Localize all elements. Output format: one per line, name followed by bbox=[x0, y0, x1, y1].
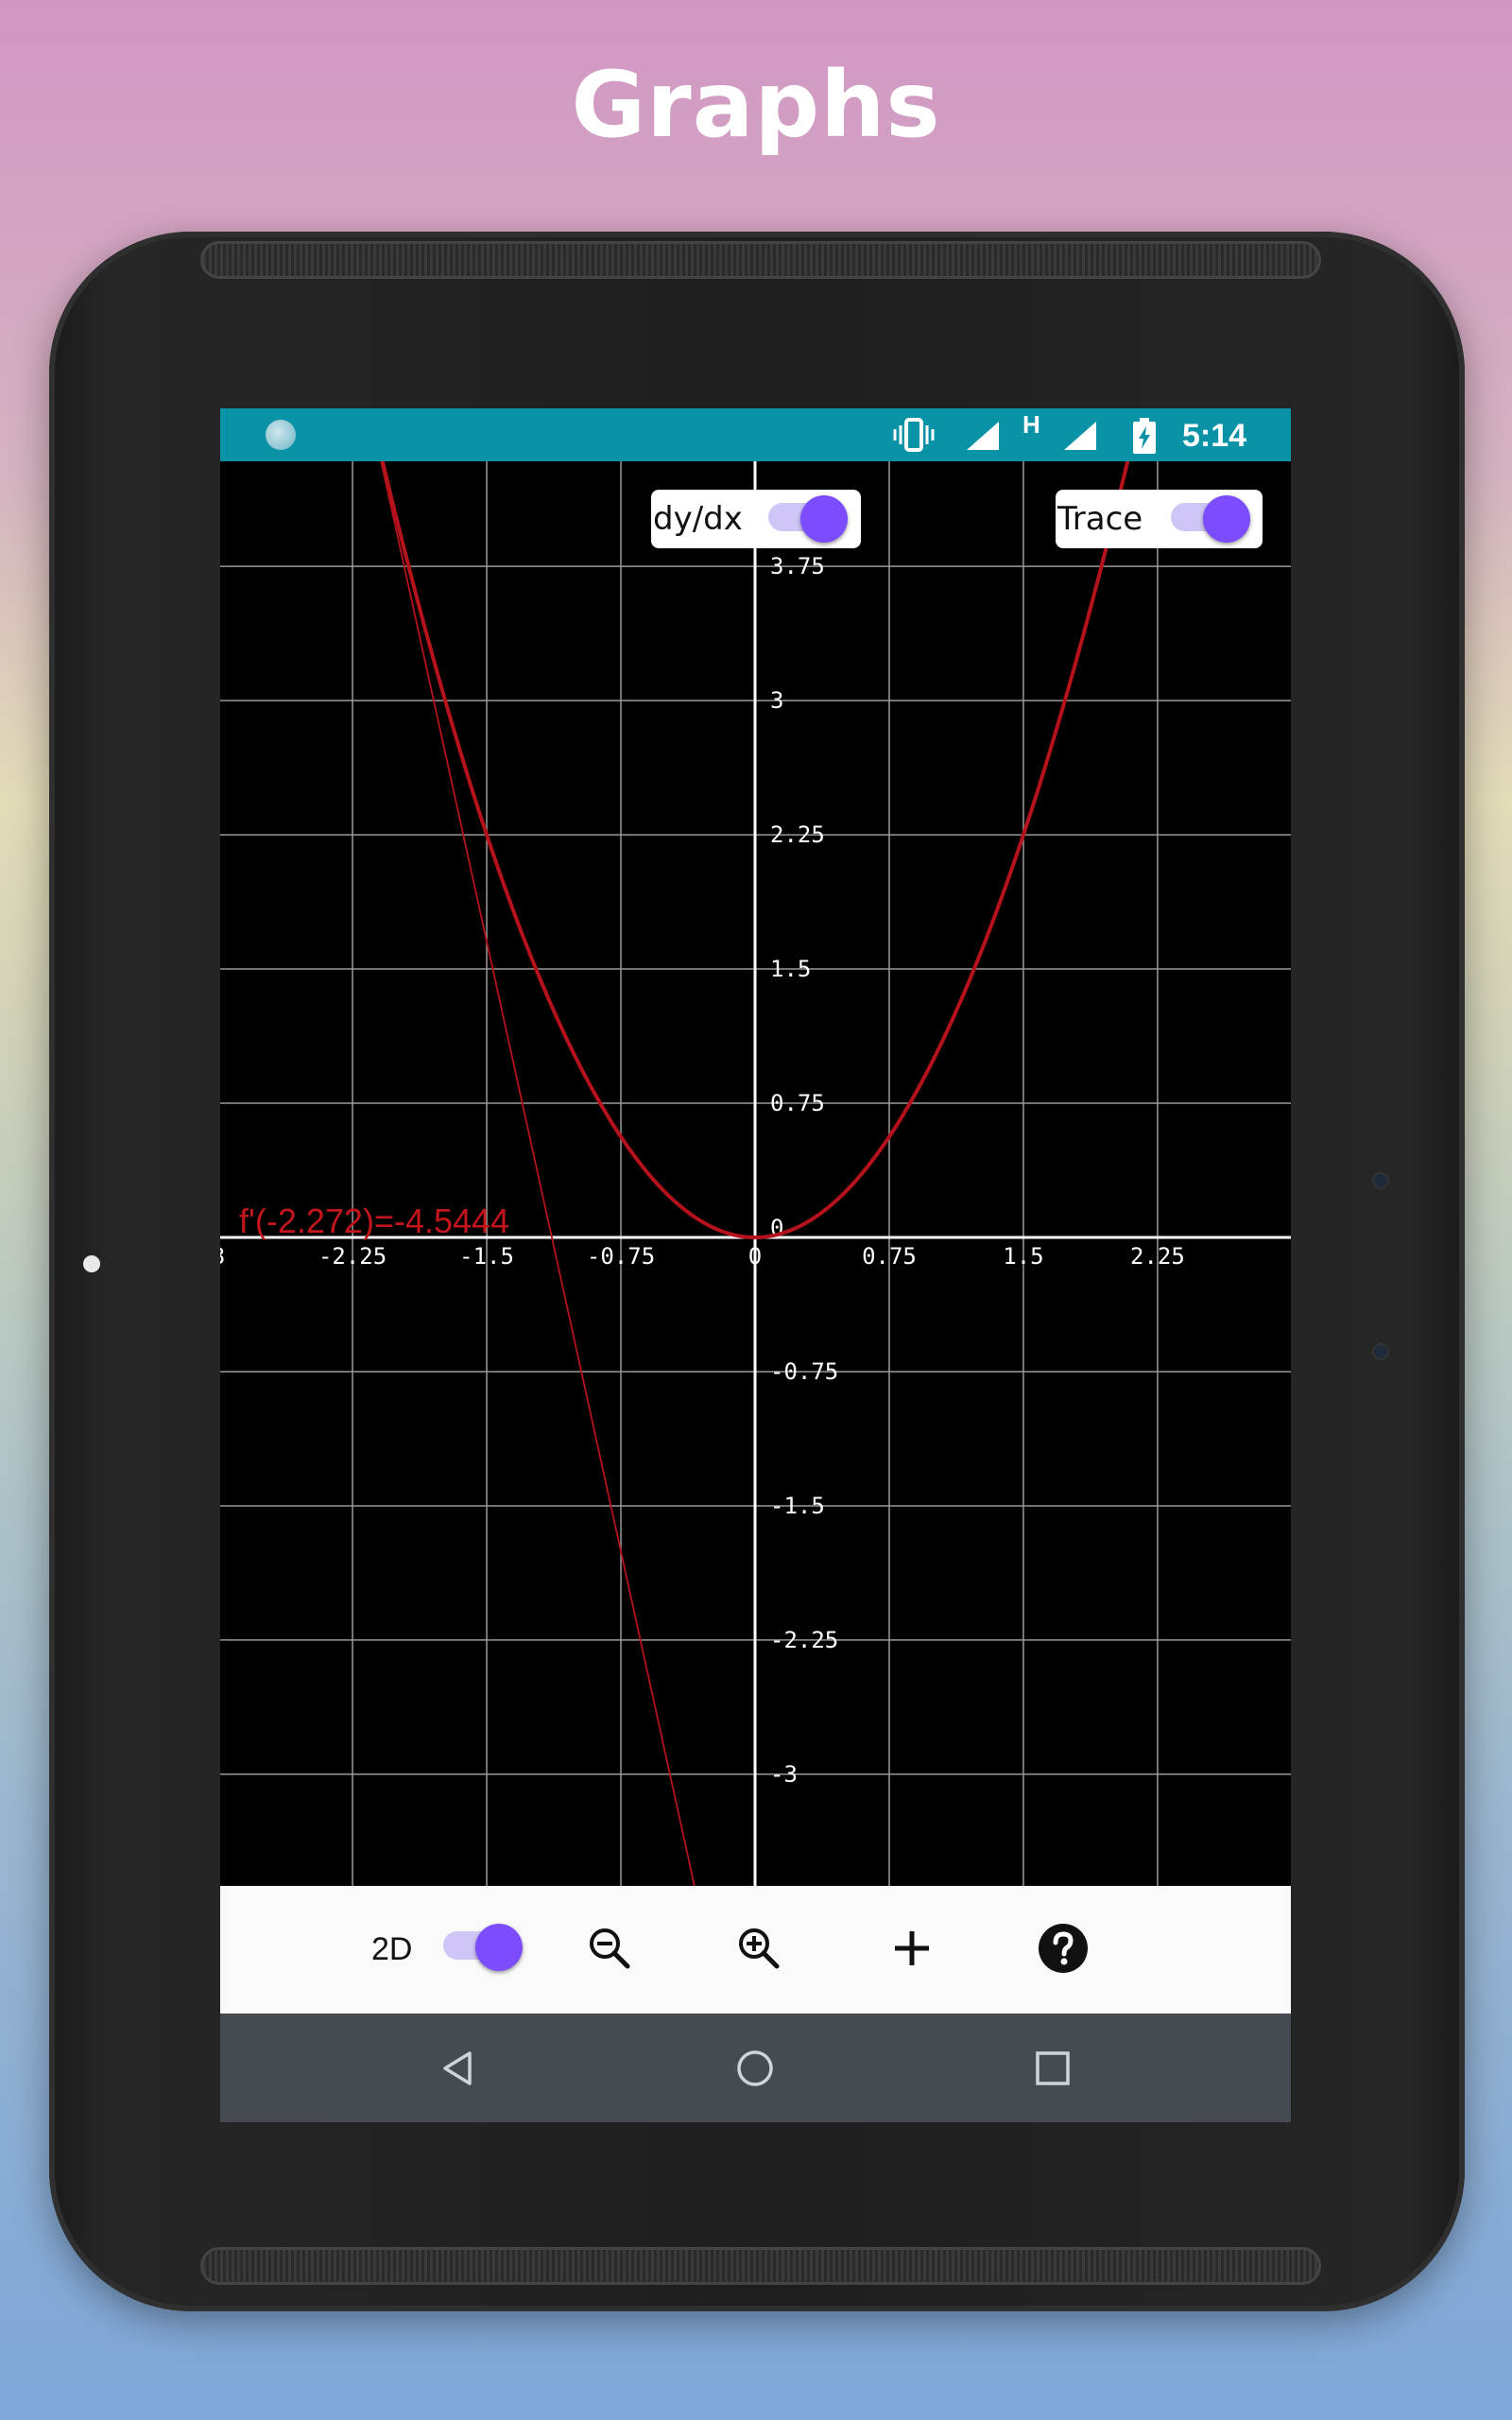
y-tick-label: 1.5 bbox=[770, 956, 811, 982]
zoom-out-icon bbox=[590, 1928, 630, 1969]
promo-title: Graphs bbox=[571, 52, 941, 158]
zoom-in-icon bbox=[739, 1928, 780, 1969]
network-type-label: H bbox=[1022, 410, 1040, 439]
back-icon bbox=[443, 2051, 472, 2085]
system-nav-bar bbox=[220, 2014, 1291, 2122]
tangent-line bbox=[380, 461, 696, 1886]
derivative-label: f'(-2.272)=-4.5444 bbox=[239, 1201, 509, 1240]
x-tick-label: -0.75 bbox=[587, 1243, 655, 1270]
dydx-toggle-card[interactable]: dy/dx bbox=[651, 490, 861, 548]
device-screen: H 5:14 3 -2.25 -1.5 -0.75 0 0.75 1.5 2.25 3.75 3 2… bbox=[220, 408, 1291, 2122]
y-tick-label: 3 bbox=[770, 687, 783, 714]
help-icon bbox=[1039, 1924, 1088, 1973]
camera-dot bbox=[1372, 1343, 1389, 1360]
zoom-in-button[interactable] bbox=[730, 1920, 787, 1977]
curve-point bbox=[1022, 834, 1024, 836]
curve-point bbox=[664, 1192, 666, 1194]
mode-2d-label: 2D bbox=[371, 1931, 413, 1967]
signal-icon bbox=[967, 422, 999, 455]
vibrate-icon bbox=[893, 418, 935, 457]
curve-point bbox=[844, 1192, 846, 1194]
bottom-toolbar: 2D bbox=[220, 1886, 1291, 2014]
x-tick-label: 0.75 bbox=[862, 1243, 917, 1270]
home-icon bbox=[737, 2050, 773, 2086]
zoom-out-button[interactable] bbox=[581, 1920, 638, 1977]
y-tick-label: -0.75 bbox=[770, 1358, 838, 1385]
y-tick-label: 2.25 bbox=[770, 821, 825, 848]
x-tick-label: 0 bbox=[748, 1243, 762, 1270]
mode-2d-switch[interactable] bbox=[443, 1924, 523, 1971]
y-tick-label: 3.75 bbox=[770, 553, 825, 579]
home-button[interactable] bbox=[727, 2040, 783, 2097]
signal-icon bbox=[1064, 422, 1096, 455]
bottom-speaker-grille bbox=[200, 2247, 1321, 2285]
dydx-label: dy/dx bbox=[653, 500, 743, 538]
y-tick-label: 0.75 bbox=[770, 1090, 825, 1116]
dydx-switch[interactable] bbox=[768, 495, 848, 543]
sensor-dot bbox=[1372, 1172, 1389, 1189]
y-tick-label: -2.25 bbox=[770, 1627, 838, 1653]
back-button[interactable] bbox=[430, 2040, 487, 2097]
recents-icon bbox=[1036, 2051, 1070, 2085]
curve-point bbox=[486, 834, 488, 836]
y-tick-label: -3 bbox=[770, 1761, 798, 1788]
add-function-button[interactable] bbox=[884, 1920, 940, 1977]
trace-toggle-card[interactable]: Trace bbox=[1056, 490, 1263, 548]
trace-switch[interactable] bbox=[1171, 495, 1250, 543]
curve-point bbox=[754, 1236, 756, 1238]
side-light-dot bbox=[83, 1255, 100, 1272]
x-tick-label: -1.5 bbox=[459, 1243, 514, 1270]
graph-plot: 3 -2.25 -1.5 -0.75 0 0.75 1.5 2.25 3.75 3 2.25 1.5 0… bbox=[220, 461, 1291, 1886]
graph-canvas[interactable]: 3 -2.25 -1.5 -0.75 0 0.75 1.5 2.25 3.75 3 2.25 1.5 0… bbox=[220, 461, 1291, 1886]
app-notification-icon bbox=[266, 420, 296, 450]
top-speaker-grille bbox=[200, 241, 1321, 279]
x-tick-label: -2.25 bbox=[318, 1243, 387, 1270]
x-tick-label: 2.25 bbox=[1130, 1243, 1185, 1270]
x-tick-label: 3 bbox=[220, 1243, 225, 1270]
help-button[interactable] bbox=[1035, 1920, 1091, 1977]
plus-icon bbox=[895, 1931, 929, 1965]
recents-button[interactable] bbox=[1024, 2040, 1081, 2097]
curve-point bbox=[396, 521, 398, 523]
curve-point bbox=[933, 1058, 935, 1060]
y-tick-label: -1.5 bbox=[770, 1493, 825, 1519]
x-tick-label: 1.5 bbox=[1003, 1243, 1043, 1270]
status-bar: H 5:14 bbox=[220, 408, 1291, 461]
switch-thumb bbox=[800, 495, 848, 543]
switch-thumb bbox=[475, 1924, 523, 1971]
trace-label: Trace bbox=[1057, 500, 1143, 538]
switch-thumb bbox=[1203, 495, 1250, 543]
status-time: 5:14 bbox=[1182, 418, 1247, 454]
battery-charging-icon bbox=[1133, 418, 1156, 458]
